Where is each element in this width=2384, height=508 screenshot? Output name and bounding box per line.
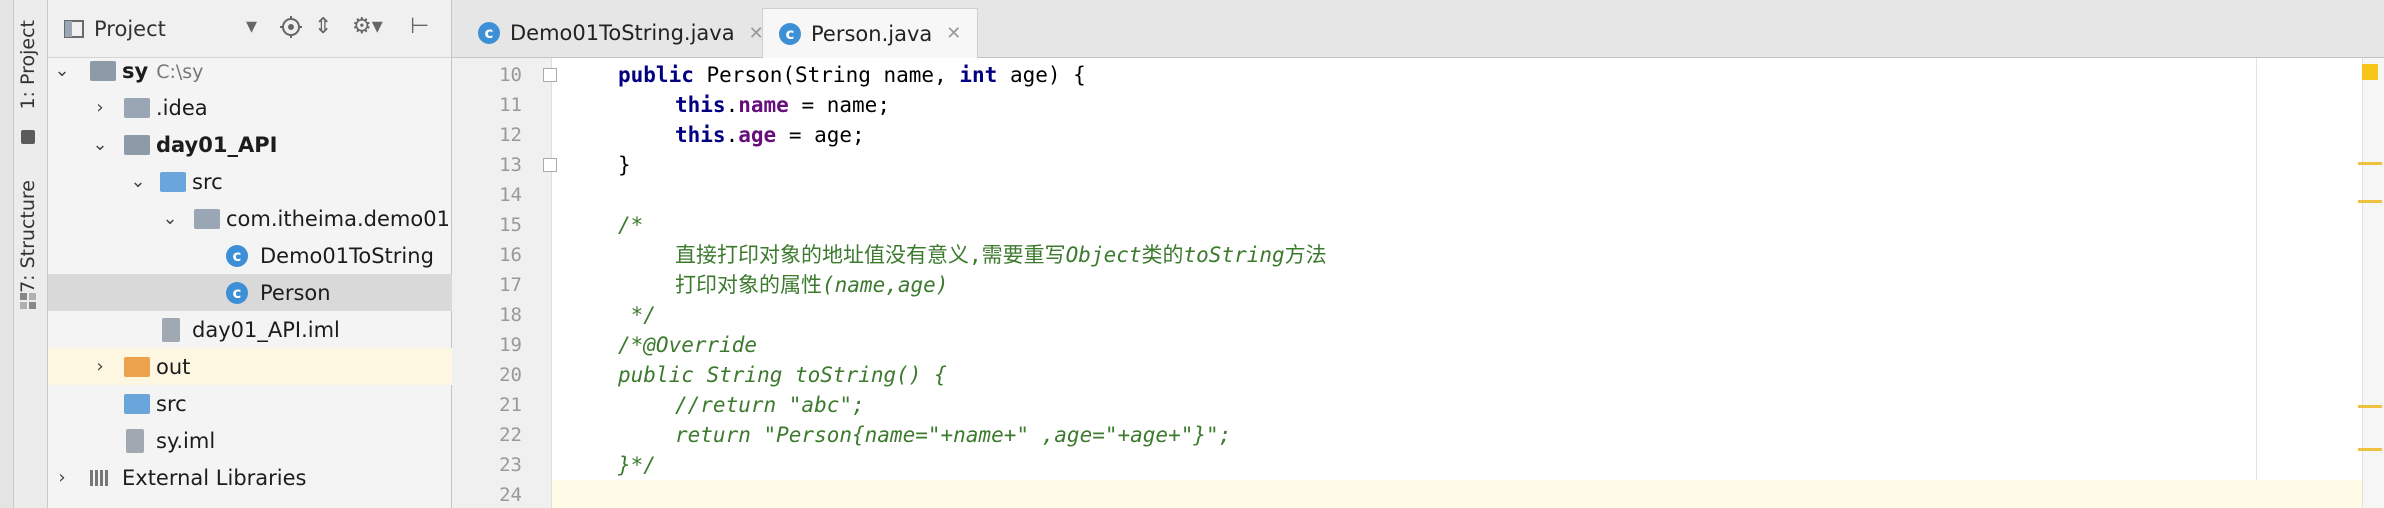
error-stripe-mark[interactable] <box>2358 448 2382 451</box>
structure-tool-button[interactable]: 7: Structure <box>17 180 39 293</box>
tree-item-label: day01_API <box>156 132 278 157</box>
line-number: 17 <box>499 274 522 296</box>
tree-item-label: sy.iml <box>156 428 216 453</box>
code-line-19: /*@Override <box>618 333 758 357</box>
chevron-right-icon[interactable]: › <box>90 356 110 377</box>
source-folder-icon <box>160 171 186 192</box>
tree-item-label: Demo01ToString <box>260 243 434 268</box>
chevron-down-icon[interactable]: ⌄ <box>52 60 72 81</box>
line-number: 10 <box>499 64 522 86</box>
line-number: 16 <box>499 244 522 266</box>
current-line-highlight <box>552 480 2384 508</box>
iml-file-icon <box>126 428 144 453</box>
code-line-13: } <box>618 153 631 177</box>
project-view-icon <box>64 19 84 38</box>
fold-marker[interactable] <box>543 68 557 82</box>
module-folder-icon <box>90 60 116 81</box>
gear-icon[interactable]: ⚙▾ <box>352 14 383 39</box>
code-area: public Person(String name, int age) { th… <box>618 0 2258 508</box>
code-line-23: }*/ <box>618 453 656 477</box>
code-line-12: this.age = age; <box>675 123 865 147</box>
line-number: 23 <box>499 454 522 476</box>
dropdown-icon[interactable]: ▾ <box>246 14 257 39</box>
class-runnable-icon: c <box>226 244 248 267</box>
code-line-10: public Person(String name, int age) { <box>618 63 1086 87</box>
class-icon: c <box>226 281 248 304</box>
collapse-icon[interactable]: ⇕ <box>314 14 332 39</box>
code-line-21: //return "abc"; <box>675 393 865 417</box>
tree-item-sy-iml[interactable]: sy.iml <box>48 422 452 459</box>
project-panel-header: Project ▾ ⇕ ⚙▾ ⊢ <box>48 0 451 58</box>
chevron-right-icon[interactable]: › <box>90 97 110 118</box>
library-icon <box>90 469 108 486</box>
chevron-down-icon[interactable]: ⌄ <box>128 171 148 192</box>
line-number: 12 <box>499 124 522 146</box>
excluded-folder-icon <box>124 356 150 377</box>
tree-item-label: src <box>192 169 223 194</box>
code-line-11: this.name = name; <box>675 93 890 117</box>
code-line-16: 直接打印对象的地址值没有意义,需要重写Object类的toString方法 <box>675 243 1327 267</box>
favorites-icon[interactable] <box>21 130 35 144</box>
line-number: 11 <box>499 94 522 116</box>
tree-item-label: day01_API.iml <box>192 317 340 342</box>
folder-icon <box>124 97 150 118</box>
chevron-right-icon[interactable]: › <box>52 467 72 488</box>
tree-item-label: out <box>156 354 191 379</box>
project-tool-button[interactable]: 1: Project <box>17 20 39 110</box>
project-tree: ⌄ sy C:\sy › .idea ⌄ day01_API ⌄ src ⌄ co… <box>48 52 465 496</box>
hide-icon[interactable]: ⊢ <box>410 14 429 39</box>
tree-item-sy[interactable]: ⌄ sy C:\sy <box>48 52 452 89</box>
code-line-18: */ <box>618 303 656 327</box>
project-panel-title[interactable]: Project <box>94 17 166 41</box>
tree-item-label: Person <box>260 280 331 305</box>
code-line-22: return "Person{name="+name+" ,age="+age+… <box>675 423 1232 447</box>
tree-item-external-libraries[interactable]: › External Libraries <box>48 459 452 496</box>
tool-stripe-edge <box>0 0 14 508</box>
editor-scrollbar[interactable] <box>2362 58 2384 508</box>
iml-file-icon <box>162 317 180 342</box>
source-folder-icon <box>124 393 150 414</box>
tree-item-label: sy C:\sy <box>122 58 204 83</box>
code-line-20: public String toString() { <box>618 363 947 387</box>
line-number: 22 <box>499 424 522 446</box>
line-number: 24 <box>499 484 522 506</box>
tree-item-label: External Libraries <box>122 465 307 490</box>
tree-item-label: .idea <box>156 95 208 120</box>
tree-item-day01-api-iml[interactable]: day01_API.iml <box>48 311 452 348</box>
tree-item-label: src <box>156 391 187 416</box>
chevron-down-icon[interactable]: ⌄ <box>160 208 180 229</box>
warning-indicator-icon[interactable] <box>2362 64 2378 80</box>
target-icon[interactable] <box>280 16 302 38</box>
tree-item-idea[interactable]: › .idea <box>48 89 452 126</box>
structure-icon[interactable] <box>19 292 37 310</box>
line-number: 18 <box>499 304 522 326</box>
chevron-down-icon[interactable]: ⌄ <box>90 134 110 155</box>
line-number: 21 <box>499 394 522 416</box>
tree-item-src[interactable]: ⌄ src <box>48 163 452 200</box>
code-line-15: /* <box>618 213 644 237</box>
line-number: 19 <box>499 334 522 356</box>
error-stripe-mark[interactable] <box>2358 405 2382 408</box>
line-number: 13 <box>499 154 522 176</box>
tree-item-demo01tostring[interactable]: c Demo01ToString <box>48 237 452 274</box>
line-number: 14 <box>499 184 522 206</box>
tree-item-src-root[interactable]: src <box>48 385 452 422</box>
tree-item-out[interactable]: › out <box>48 348 452 385</box>
error-stripe-mark[interactable] <box>2358 162 2382 165</box>
tree-item-label: com.itheima.demo01.( <box>226 206 465 231</box>
error-stripe-mark[interactable] <box>2358 200 2382 203</box>
line-number: 20 <box>499 364 522 386</box>
class-runnable-icon: c <box>478 22 500 44</box>
tree-item-person[interactable]: c Person <box>48 274 452 311</box>
tree-item-package[interactable]: ⌄ com.itheima.demo01.( <box>48 200 464 237</box>
package-icon <box>194 208 220 229</box>
line-number: 15 <box>499 214 522 236</box>
project-panel: Project ▾ ⇕ ⚙▾ ⊢ ⌄ sy C:\sy › .idea ⌄ day… <box>48 0 465 508</box>
tree-item-day01-api[interactable]: ⌄ day01_API <box>48 126 452 163</box>
module-folder-icon <box>124 134 150 155</box>
fold-marker[interactable] <box>543 158 557 172</box>
code-line-17: 打印对象的属性(name,age) <box>675 273 949 297</box>
